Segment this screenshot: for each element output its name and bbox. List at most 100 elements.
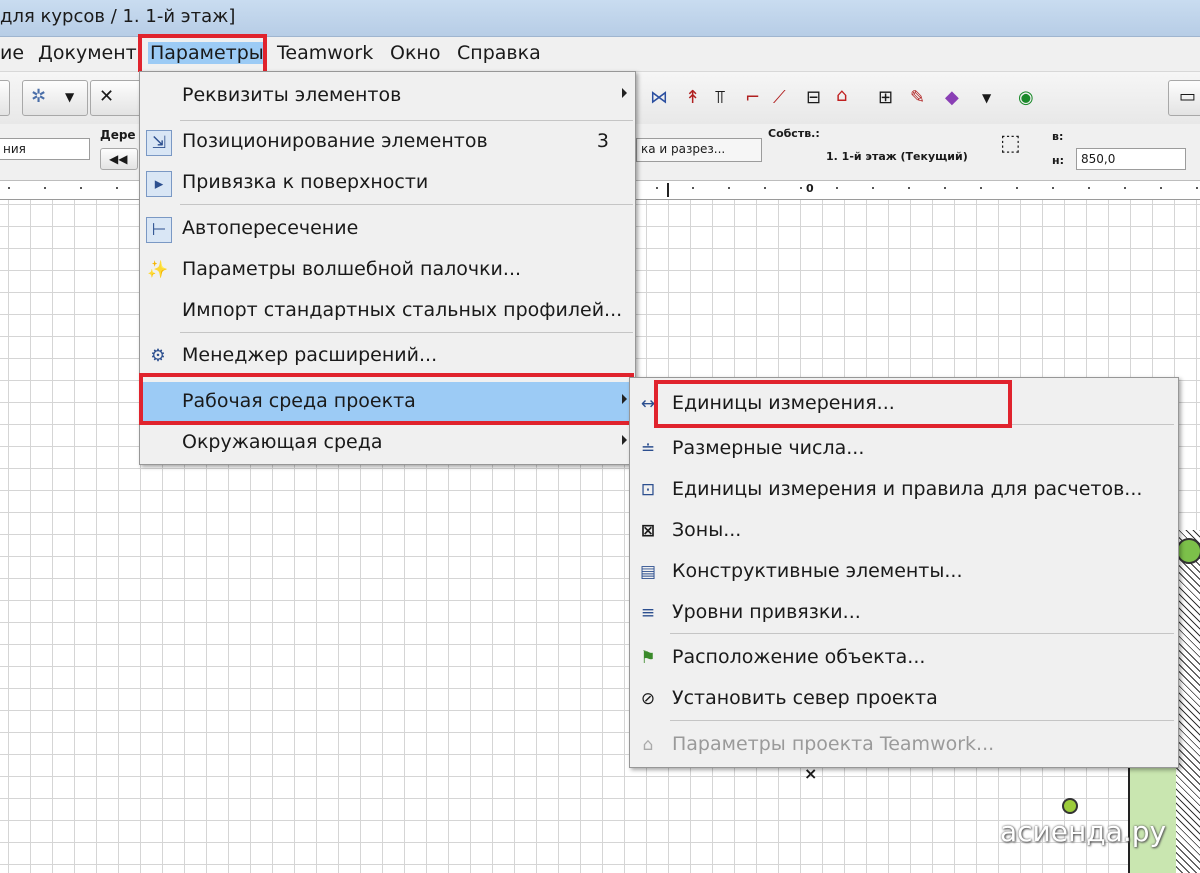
ruler-tick bbox=[872, 187, 874, 189]
menu-item-import-steel-profiles[interactable]: Импорт стандартных стальных профилей... bbox=[140, 291, 635, 331]
menu-view[interactable]: ие bbox=[0, 42, 24, 64]
info-group-label: Дере bbox=[100, 128, 136, 142]
menu-separator bbox=[180, 332, 633, 333]
snap-icon: ✕ bbox=[99, 86, 115, 107]
menu-bar: ие Документ Параметры Teamwork Окно Спра… bbox=[0, 37, 1200, 72]
height-top-label: в: bbox=[1052, 130, 1064, 143]
menu-item-element-positioning[interactable]: ⇲ Позиционирование элементов 3 bbox=[140, 122, 635, 162]
curve-icon[interactable]: ⟋ bbox=[773, 88, 786, 108]
adjust-icon[interactable]: ⫪ bbox=[715, 88, 725, 108]
menu-item-reference-levels[interactable]: ≡ Уровни привязки... bbox=[630, 593, 1178, 633]
ruler-tick bbox=[1160, 187, 1162, 189]
ruler-tick bbox=[8, 187, 10, 189]
menu-item-count: 3 bbox=[596, 130, 609, 152]
double-left-arrow-icon: ◀◀ bbox=[109, 152, 128, 166]
record-icon[interactable]: ◉ bbox=[1018, 88, 1034, 108]
ruler-tick bbox=[1016, 187, 1018, 189]
dimensions-icon: ≐ bbox=[640, 439, 656, 459]
reference-levels-icon: ≡ bbox=[640, 603, 656, 623]
menu-item-surface-snap[interactable]: ▸ Привязка к поверхности bbox=[140, 163, 635, 203]
project-preferences-submenu: ↔ Единицы измерения... ≐ Размерные числа… bbox=[629, 377, 1179, 768]
menu-item-add-on-manager[interactable]: ⚙ Менеджер расширений... bbox=[140, 336, 635, 376]
menu-window[interactable]: Окно bbox=[390, 42, 440, 64]
menu-item-element-attributes[interactable]: Реквизиты элементов bbox=[140, 76, 635, 116]
ruler-tick bbox=[944, 187, 946, 189]
ruler-tick bbox=[764, 187, 766, 189]
split-icon[interactable]: ↟ bbox=[685, 88, 700, 108]
zones-icon: ⊠ bbox=[640, 521, 656, 541]
menu-item-calculation-units[interactable]: ⊡ Единицы измерения и правила для расчет… bbox=[630, 470, 1178, 510]
add-on-manager-icon: ⚙ bbox=[150, 346, 166, 366]
ruler-tick bbox=[116, 187, 118, 189]
menu-item-auto-intersection[interactable]: ⊢ Автопересечение bbox=[140, 209, 635, 249]
prev-button[interactable]: ◀◀ bbox=[100, 148, 138, 170]
ruler-zero-label: 0 bbox=[806, 182, 814, 195]
intersection-icon: ⊢ bbox=[146, 217, 172, 243]
magic-wand-icon: ✨ bbox=[147, 260, 169, 280]
menu-item-working-units[interactable]: ↔ Единицы измерения... bbox=[630, 384, 1178, 424]
positioning-icon: ⇲ bbox=[146, 130, 172, 156]
submenu-arrow-icon bbox=[622, 394, 627, 404]
ruler-tick bbox=[908, 187, 910, 189]
roof-icon[interactable]: ⌂ bbox=[836, 86, 847, 106]
watermark-text: асиенда.ру bbox=[1000, 815, 1167, 848]
menu-item-project-location[interactable]: ⚑ Расположение объекта... bbox=[630, 638, 1178, 678]
surface-snap-icon: ▸ bbox=[146, 171, 172, 197]
menu-help[interactable]: Справка bbox=[457, 42, 541, 64]
story-height-icon: ⬚ bbox=[1000, 131, 1021, 156]
info-field-left[interactable]: ния bbox=[0, 138, 90, 160]
ruler-tick bbox=[800, 187, 802, 189]
offset-icon[interactable]: ⊟ bbox=[806, 88, 821, 108]
ruler-tick bbox=[1196, 187, 1198, 189]
teamwork-house-icon: ⌂ bbox=[642, 735, 654, 755]
section-button[interactable]: ка и разрез... bbox=[636, 138, 762, 162]
snap-tool-button[interactable]: ✕ bbox=[90, 80, 142, 116]
shrub-icon bbox=[1176, 538, 1200, 564]
menu-options[interactable]: Параметры bbox=[148, 42, 266, 64]
fence-hatch bbox=[1176, 530, 1200, 873]
story-label: Собств.: bbox=[768, 127, 820, 140]
dropdown-arrow-icon: ▼ bbox=[65, 90, 75, 104]
ruler-tick bbox=[80, 187, 82, 189]
ruler-tick bbox=[656, 187, 658, 189]
menu-item-magic-wand-settings[interactable]: ✨ Параметры волшебной палочки... bbox=[140, 250, 635, 290]
height-value-field[interactable]: 850,0 bbox=[1076, 148, 1186, 170]
ruler-tick bbox=[728, 187, 730, 189]
story-value[interactable]: 1. 1-й этаж (Текущий) bbox=[826, 150, 968, 163]
menu-item-environment[interactable]: Окружающая среда bbox=[140, 423, 635, 463]
menu-document[interactable]: Документ bbox=[38, 42, 137, 64]
height-bottom-label: н: bbox=[1052, 154, 1064, 167]
trim-icon[interactable]: ⋈ bbox=[650, 88, 668, 108]
selection-tool-button[interactable]: ✲ ▼ bbox=[22, 80, 88, 116]
ruler-tick bbox=[1088, 187, 1090, 189]
submenu-arrow-icon bbox=[622, 435, 627, 445]
options-menu: Реквизиты элементов ⇲ Позиционирование э… bbox=[139, 71, 636, 465]
menu-item-teamwork-settings[interactable]: ⌂ Параметры проекта Teamwork... bbox=[630, 725, 1178, 765]
group-icon[interactable]: ⊞ bbox=[878, 88, 893, 108]
tree-icon bbox=[1062, 798, 1078, 814]
ruler-tick bbox=[44, 187, 46, 189]
toolbar-button-partial[interactable] bbox=[0, 80, 10, 116]
submenu-arrow-icon bbox=[622, 88, 627, 98]
location-icon: ⚑ bbox=[640, 648, 656, 668]
menu-separator bbox=[180, 204, 633, 205]
construction-elements-icon: ▤ bbox=[639, 562, 657, 582]
paint-icon[interactable]: ✎ bbox=[910, 88, 925, 108]
menu-separator bbox=[670, 720, 1174, 721]
ruler-tick bbox=[692, 187, 694, 189]
menu-item-dimensions[interactable]: ≐ Размерные числа... bbox=[630, 429, 1178, 469]
menu-item-zones[interactable]: ⊠ Зоны... bbox=[630, 511, 1178, 551]
ruler-tick bbox=[980, 187, 982, 189]
ruler-marker bbox=[667, 183, 669, 197]
view-toggle-button[interactable]: ▭ bbox=[1168, 80, 1200, 116]
eraser-icon[interactable]: ◆ bbox=[945, 88, 959, 108]
ruler-tick bbox=[1052, 187, 1054, 189]
selection-icon: ✲ bbox=[31, 86, 47, 107]
menu-separator bbox=[670, 633, 1174, 634]
fillet-icon[interactable]: ⌐ bbox=[745, 88, 760, 108]
menu-item-construction-elements[interactable]: ▤ Конструктивные элементы... bbox=[630, 552, 1178, 592]
menu-teamwork[interactable]: Teamwork bbox=[277, 42, 373, 64]
dropdown-arrow-icon[interactable]: ▼ bbox=[982, 88, 991, 108]
menu-item-project-preferences[interactable]: Рабочая среда проекта bbox=[140, 382, 635, 422]
menu-item-set-project-north[interactable]: ⊘ Установить север проекта bbox=[630, 679, 1178, 719]
